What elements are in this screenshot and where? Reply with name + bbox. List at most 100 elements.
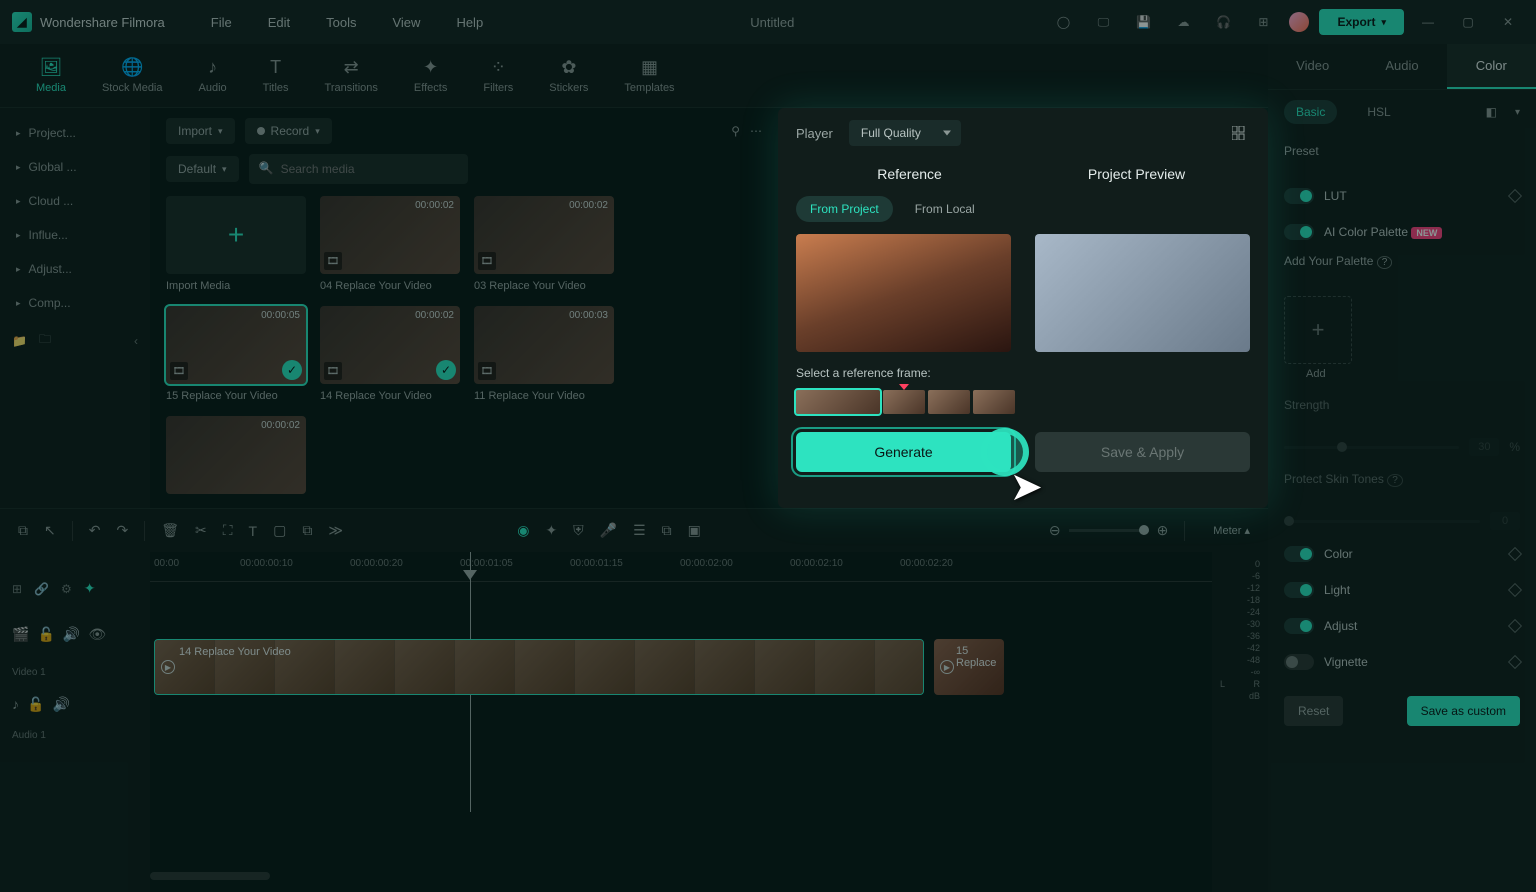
reference-frame[interactable] (796, 390, 880, 414)
zoom-in-icon[interactable]: ⊕ (1157, 522, 1169, 539)
tree-global[interactable]: Global ... (0, 150, 150, 184)
split-icon[interactable]: ✂ (195, 522, 207, 539)
link-tracks-icon[interactable]: 🔗 (34, 582, 49, 596)
record-button[interactable]: Record▾ (245, 118, 332, 144)
import-media-card[interactable]: +Import Media (166, 196, 306, 292)
zoom-out-icon[interactable]: ⊖ (1049, 522, 1061, 539)
track-add-icon[interactable]: ⊞ (12, 582, 22, 596)
tab-templates[interactable]: ▦Templates (612, 51, 686, 100)
sort-button[interactable]: Default▾ (166, 156, 239, 182)
media-item[interactable]: 00:00:02🎞✓14 Replace Your Video (320, 306, 460, 402)
crop-icon[interactable]: ⛶ (223, 522, 233, 539)
delete-icon[interactable]: 🗑 (161, 522, 179, 539)
compare-icon[interactable]: ◧ (1486, 105, 1497, 119)
tree-cloud[interactable]: Cloud ... (0, 184, 150, 218)
eye-icon[interactable]: 👁 (88, 626, 106, 643)
redo-icon[interactable]: ↷ (116, 522, 128, 539)
skin-value[interactable]: 0 (1490, 512, 1520, 530)
collapse-icon[interactable]: ‹ (134, 334, 138, 348)
layers-icon[interactable]: ☰ (633, 522, 646, 539)
tab-stock-media[interactable]: 🌐Stock Media (90, 51, 175, 100)
headset-icon[interactable]: 🎧 (1209, 8, 1237, 36)
tab-from-project[interactable]: From Project (796, 196, 893, 222)
save-apply-button[interactable]: Save & Apply (1035, 432, 1250, 472)
help-icon[interactable]: ? (1377, 256, 1393, 269)
cloud-icon[interactable]: ☁ (1169, 8, 1197, 36)
subtab-hsl[interactable]: HSL (1355, 100, 1402, 124)
vignette-toggle[interactable] (1284, 654, 1314, 670)
inspector-tab-video[interactable]: Video (1268, 44, 1357, 89)
pip-icon[interactable]: ⧉ (662, 522, 672, 539)
tab-effects[interactable]: ✦Effects (402, 51, 459, 100)
subtab-basic[interactable]: Basic (1284, 100, 1337, 124)
layout-icon[interactable] (1232, 126, 1250, 140)
strength-value[interactable]: 30 (1469, 438, 1499, 456)
menu-tools[interactable]: Tools (312, 15, 370, 30)
light-toggle[interactable] (1284, 582, 1314, 598)
adjust-toggle[interactable] (1284, 618, 1314, 634)
tab-audio[interactable]: ♪Audio (187, 51, 239, 100)
maximize-icon[interactable]: ▢ (1454, 8, 1482, 36)
keyframe-icon[interactable] (1508, 619, 1522, 633)
mute-icon[interactable]: 🔊 (63, 626, 80, 643)
media-item[interactable]: 00:00:03🎞11 Replace Your Video (474, 306, 614, 402)
tab-from-local[interactable]: From Local (901, 196, 989, 222)
help-icon[interactable]: ? (1387, 474, 1403, 487)
meter-label[interactable]: Meter ▴ (1213, 524, 1250, 537)
apps-icon[interactable]: ⊞ (1249, 8, 1277, 36)
timeline-clip[interactable]: ▶ 15 Replace (934, 639, 1004, 695)
record-circle-icon[interactable]: ◉ (517, 522, 529, 539)
link-icon[interactable]: ⧉ (302, 522, 312, 539)
save-icon[interactable]: 💾 (1129, 8, 1157, 36)
skin-slider[interactable] (1284, 520, 1480, 523)
track-opts-icon[interactable]: ⚙ (61, 582, 72, 596)
filter-icon[interactable]: ⚲ (731, 124, 740, 138)
shield-icon[interactable]: ⛨ (573, 522, 584, 539)
media-item[interactable]: 00:00:02 (166, 416, 306, 494)
media-item[interactable]: 00:00:02🎞03 Replace Your Video (474, 196, 614, 292)
inspector-tab-color[interactable]: Color (1447, 44, 1536, 89)
search-input[interactable] (249, 154, 468, 184)
ai-color-toggle[interactable] (1284, 224, 1314, 240)
tab-media[interactable]: 🖼Media (24, 51, 78, 100)
sparkle-icon[interactable]: ✦ (545, 522, 557, 539)
zoom-slider[interactable] (1069, 529, 1149, 532)
import-button[interactable]: Import▾ (166, 118, 235, 144)
minimize-icon[interactable]: — (1414, 8, 1442, 36)
more-tools-icon[interactable]: ≫ (328, 522, 343, 539)
color-toggle[interactable] (1284, 546, 1314, 562)
close-icon[interactable]: ✕ (1494, 8, 1522, 36)
keyframe-icon[interactable] (1508, 655, 1522, 669)
reset-button[interactable]: Reset (1284, 696, 1343, 726)
undo-icon[interactable]: ↶ (89, 522, 101, 539)
add-palette-button[interactable]: + (1284, 296, 1352, 364)
strength-slider[interactable] (1284, 446, 1459, 449)
media-item[interactable]: 00:00:02🎞04 Replace Your Video (320, 196, 460, 292)
lock-icon[interactable]: 🔓 (37, 626, 54, 643)
tree-project[interactable]: Project... (0, 116, 150, 150)
keyframe-icon[interactable] (1508, 189, 1522, 203)
media-item[interactable]: 00:00:05🎞✓15 Replace Your Video (166, 306, 306, 402)
export-button[interactable]: Export▾ (1319, 9, 1404, 35)
menu-file[interactable]: File (197, 15, 246, 30)
frame-icon[interactable]: ▢ (273, 522, 286, 539)
keyframe-icon[interactable] (1508, 547, 1522, 561)
audio-track-header[interactable]: ♪ 🔓 🔊 (0, 680, 150, 728)
chevron-down-icon[interactable]: ▾ (1515, 107, 1520, 118)
tab-transitions[interactable]: ⇄Transitions (313, 51, 390, 100)
mic-icon[interactable]: 🎤 (600, 522, 617, 539)
mute-icon[interactable]: 🔊 (52, 696, 69, 713)
timeline-scrollbar[interactable] (150, 872, 1208, 880)
lut-toggle[interactable] (1284, 188, 1314, 204)
avatar[interactable] (1289, 12, 1309, 32)
timeline-clip[interactable]: ▶ 14 Replace Your Video (154, 639, 924, 695)
ruler[interactable]: 00:00 00:00:00:10 00:00:00:20 00:00:01:0… (150, 552, 1212, 582)
menu-help[interactable]: Help (442, 15, 497, 30)
reference-frame[interactable] (928, 390, 970, 414)
keyframe-icon[interactable] (1508, 583, 1522, 597)
tab-stickers[interactable]: ✿Stickers (537, 51, 600, 100)
marker-icon[interactable]: ▣ (688, 522, 701, 539)
pointer-icon[interactable]: ↖ (44, 522, 56, 539)
tree-comp[interactable]: Comp... (0, 286, 150, 320)
inspector-tab-audio[interactable]: Audio (1357, 44, 1446, 89)
